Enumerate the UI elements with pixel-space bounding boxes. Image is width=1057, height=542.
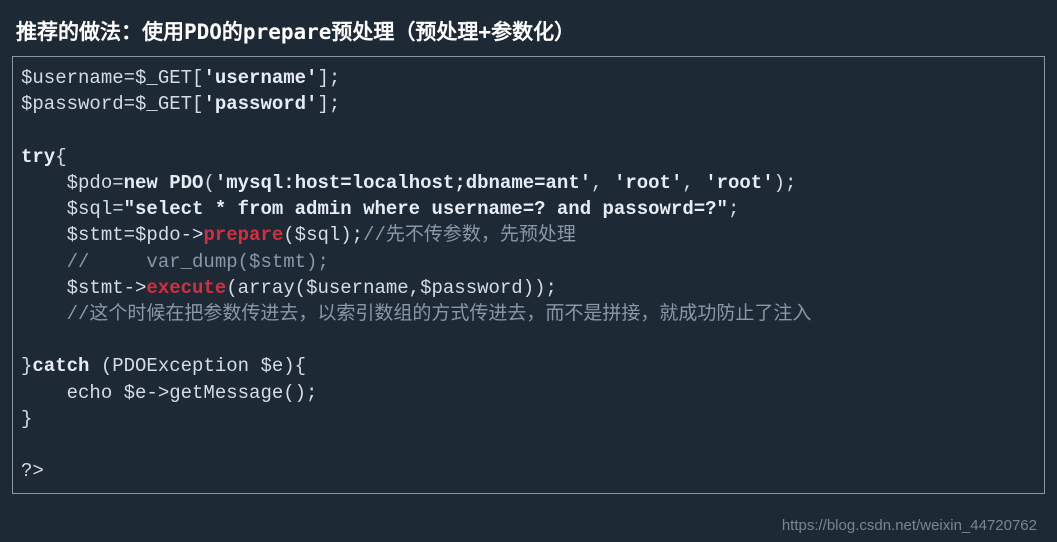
code-text: ($sql); <box>283 224 363 246</box>
code-text: , <box>682 172 705 194</box>
code-string: 'mysql:host=localhost;dbname=ant' <box>215 172 591 194</box>
code-text: $username=$_GET[ <box>21 67 203 89</box>
code-text <box>158 172 169 194</box>
code-class: PDO <box>169 172 203 194</box>
code-string: 'root' <box>705 172 773 194</box>
code-text: (PDOException $e){ <box>89 355 306 377</box>
code-text: $stmt-> <box>21 277 146 299</box>
code-string: "select * from admin where username=? an… <box>124 198 728 220</box>
code-keyword: catch <box>32 355 89 377</box>
code-text: { <box>55 146 66 168</box>
code-text: echo $e->getMessage(); <box>21 382 317 404</box>
code-text: ; <box>728 198 739 220</box>
code-string: 'username' <box>203 67 317 89</box>
code-comment: //先不传参数，先预处理 <box>363 224 576 246</box>
code-text: ); <box>774 172 797 194</box>
watermark-text: https://blog.csdn.net/weixin_44720762 <box>782 517 1037 534</box>
code-text: ( <box>203 172 214 194</box>
code-text: $stmt=$pdo-> <box>21 224 203 246</box>
code-block: $username=$_GET['username']; $password=$… <box>12 56 1045 494</box>
code-keyword: try <box>21 146 55 168</box>
code-text <box>21 251 67 273</box>
code-string: 'root' <box>614 172 682 194</box>
code-text: } <box>21 408 32 430</box>
code-text <box>21 303 67 325</box>
code-string: 'password' <box>203 93 317 115</box>
code-comment: //这个时候在把参数传进去，以索引数组的方式传进去，而不是拼接，就成功防止了注入 <box>67 303 812 325</box>
section-title: 推荐的做法：使用PDO的prepare预处理（预处理+参数化） <box>12 16 1045 46</box>
code-highlight-execute: execute <box>146 277 226 299</box>
code-text: ]; <box>317 67 340 89</box>
code-text: $sql= <box>21 198 124 220</box>
code-keyword: new <box>124 172 158 194</box>
code-text: (array($username,$password)); <box>226 277 557 299</box>
code-text: $pdo= <box>21 172 124 194</box>
code-text: $password=$_GET[ <box>21 93 203 115</box>
code-text: ]; <box>317 93 340 115</box>
code-comment: // var_dump($stmt); <box>67 251 329 273</box>
code-text: } <box>21 355 32 377</box>
code-highlight-prepare: prepare <box>203 224 283 246</box>
code-text: ?> <box>21 460 44 482</box>
code-text: , <box>591 172 614 194</box>
